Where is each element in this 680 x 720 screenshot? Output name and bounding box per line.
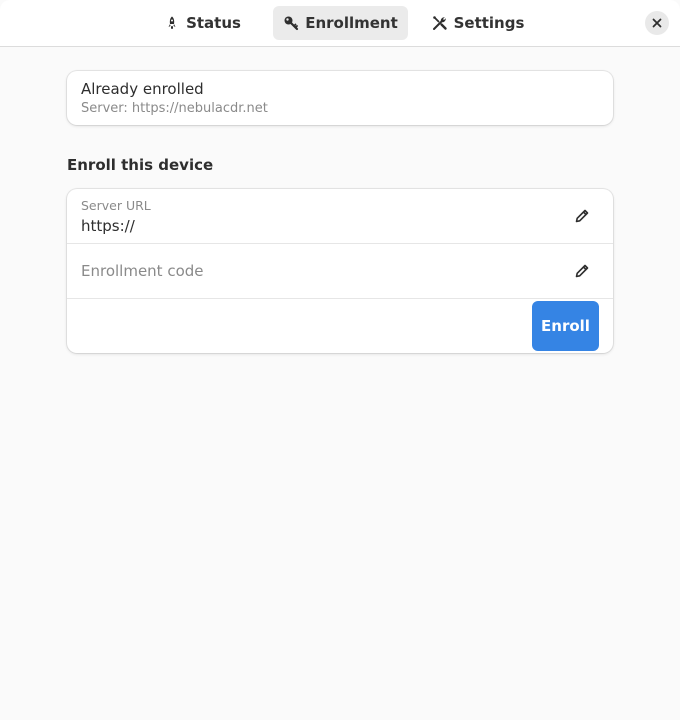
rocket-icon — [164, 15, 180, 31]
status-title: Already enrolled — [81, 80, 204, 98]
enrollment-status-card: Already enrolled Server: https://nebulac… — [67, 71, 613, 125]
status-server: Server: https://nebulacdr.net — [81, 101, 268, 116]
server-url-label: Server URL — [81, 198, 151, 213]
enroll-form-card: Server URL https:// Enrollment code Enro… — [67, 189, 613, 353]
enrollment-code-input[interactable]: Enrollment code — [81, 262, 204, 280]
tab-enrollment[interactable]: Enrollment — [273, 6, 408, 40]
tools-icon — [432, 15, 448, 31]
tab-status[interactable]: Status — [155, 6, 250, 40]
section-title: Enroll this device — [67, 156, 214, 174]
key-icon — [283, 15, 299, 31]
pencil-icon — [574, 208, 590, 224]
enroll-button[interactable]: Enroll — [532, 301, 599, 351]
app-window: Status Enrollment Settings Already enrol… — [0, 0, 680, 720]
tab-settings[interactable]: Settings — [422, 6, 534, 40]
header-bar: Status Enrollment Settings — [0, 0, 680, 47]
pencil-icon — [574, 263, 590, 279]
server-url-input[interactable]: https:// — [81, 217, 135, 235]
server-url-row[interactable]: Server URL https:// — [67, 189, 613, 244]
tab-status-label: Status — [186, 14, 241, 32]
close-icon — [652, 18, 662, 28]
close-button[interactable] — [645, 11, 669, 35]
tab-settings-label: Settings — [453, 14, 525, 32]
edit-enrollment-code-button[interactable] — [570, 259, 594, 283]
edit-server-url-button[interactable] — [570, 204, 594, 228]
tab-enrollment-label: Enrollment — [305, 14, 398, 32]
